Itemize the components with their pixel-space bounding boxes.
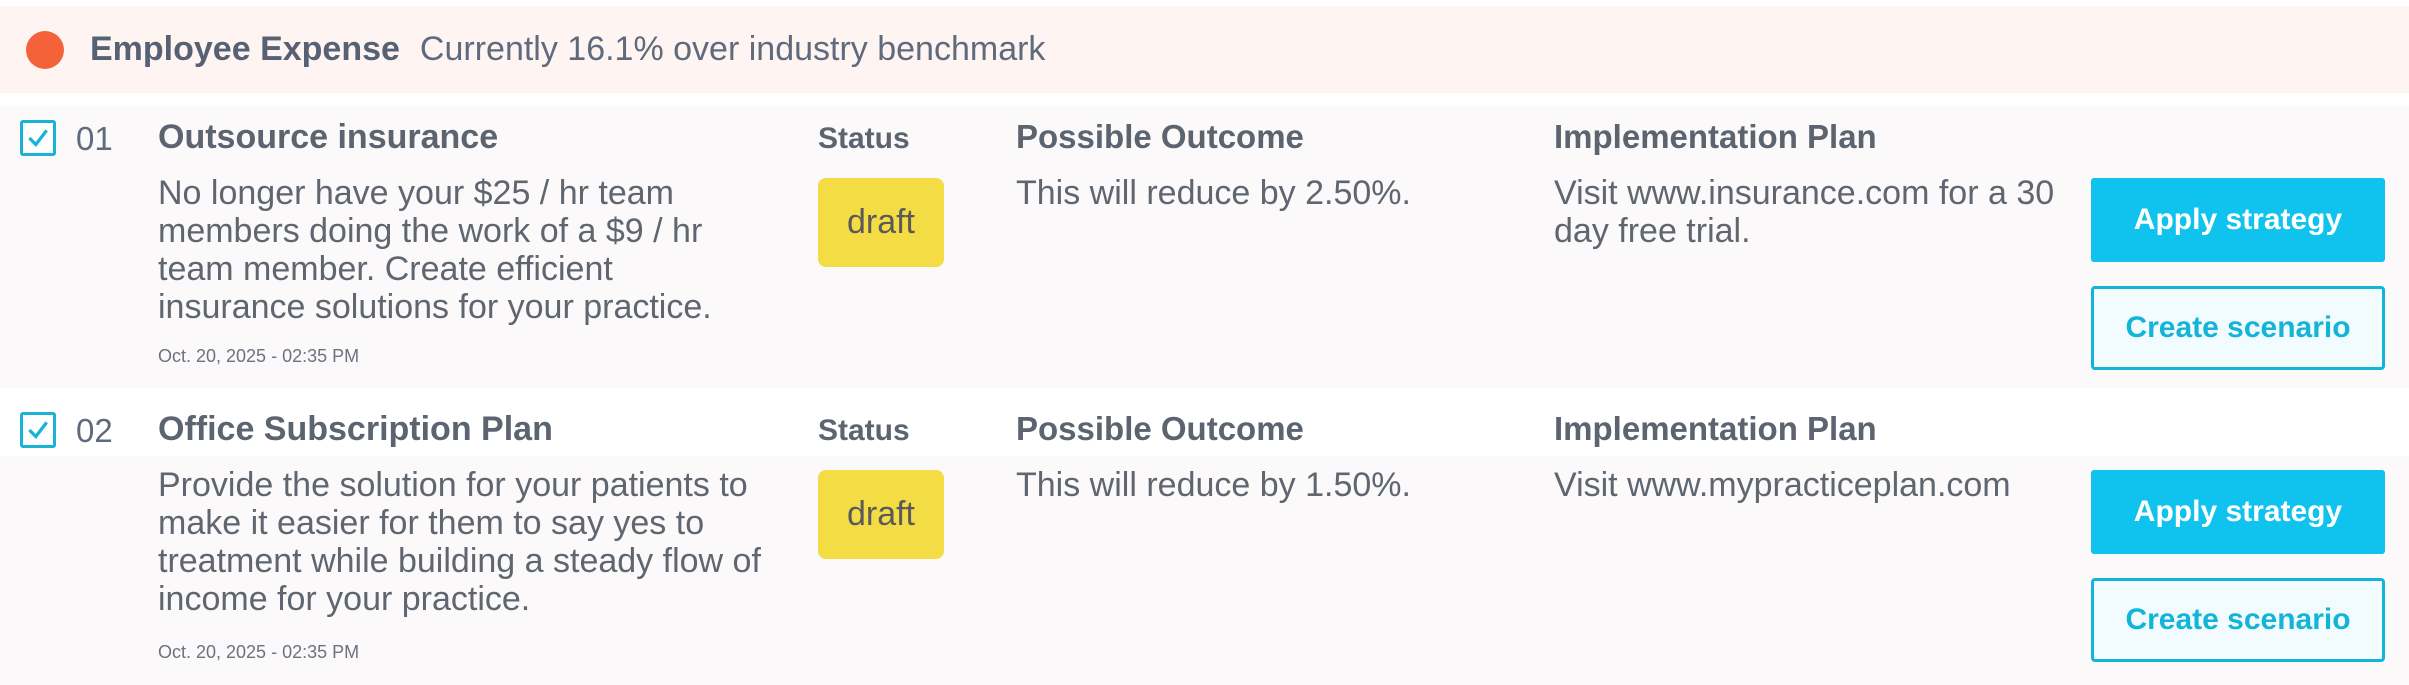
outcome-text: This will reduce by 1.50%. (1016, 466, 1411, 504)
category-title: Employee Expense (90, 30, 400, 68)
strategy-date: Oct. 20, 2025 - 02:35 PM (158, 642, 360, 662)
strategy-description: Provide the solution for your patients t… (158, 466, 761, 618)
category-header: Employee Expense Currently 16.1% over in… (0, 6, 2409, 93)
category-benchmark-note: Currently 16.1% over industry benchmark (419, 30, 1046, 68)
implementation-plan-label: Implementation Plan (1554, 118, 1877, 155)
strategy-row: 01 Outsource insurance No longer have yo… (0, 106, 2409, 388)
outcome-label: Possible Outcome (1016, 410, 1304, 447)
status-badge: draft (818, 470, 944, 559)
implementation-plan-label: Implementation Plan (1554, 410, 1877, 447)
strategy-date: Oct. 20, 2025 - 02:35 PM (158, 346, 360, 366)
strategy-row: 02 Office Subscription Plan Provide the … (0, 398, 2409, 685)
strategy-checkbox[interactable] (20, 120, 56, 156)
strategy-description: No longer have your $25 / hr team member… (158, 174, 712, 326)
apply-strategy-button[interactable]: Apply strategy (2091, 470, 2385, 554)
strategy-checkbox[interactable] (20, 412, 56, 448)
create-scenario-button[interactable]: Create scenario (2091, 578, 2385, 662)
outcome-label: Possible Outcome (1016, 118, 1304, 155)
implementation-plan-text: Visit www.mypracticeplan.com (1554, 466, 2011, 504)
status-label: Status (818, 122, 910, 155)
strategy-number: 01 (76, 120, 113, 157)
apply-strategy-button[interactable]: Apply strategy (2091, 178, 2385, 262)
checkbox-checked-icon (28, 129, 48, 147)
status-badge: draft (818, 178, 944, 267)
status-label: Status (818, 414, 910, 447)
checkbox-checked-icon (28, 421, 48, 439)
strategy-title: Outsource insurance (158, 118, 499, 156)
strategy-number: 02 (76, 412, 113, 449)
outcome-text: This will reduce by 2.50%. (1016, 174, 1411, 212)
create-scenario-button[interactable]: Create scenario (2091, 286, 2385, 370)
strategy-title: Office Subscription Plan (158, 410, 553, 448)
status-dot-icon (26, 30, 64, 69)
implementation-plan-text: Visit www.insurance.com for a 30 day fre… (1554, 174, 2055, 250)
